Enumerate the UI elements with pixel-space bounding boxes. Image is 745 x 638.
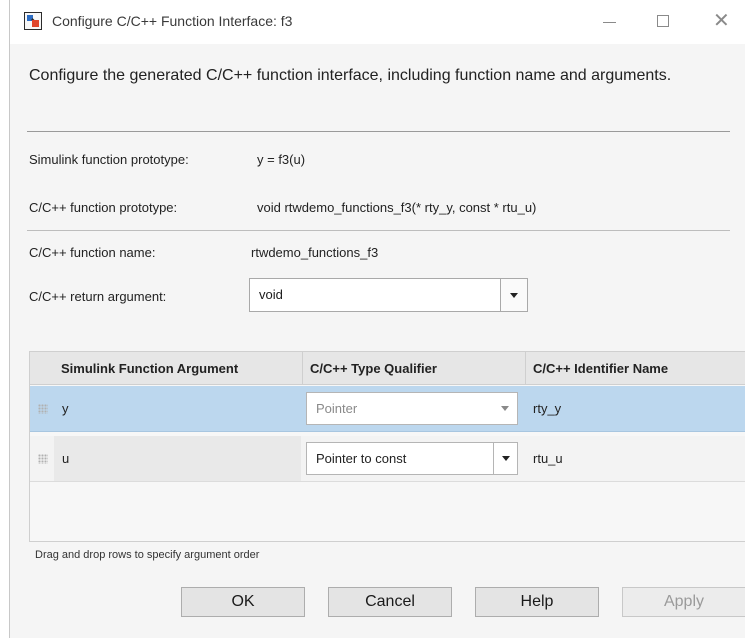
cpp-prototype-label: C/C++ function prototype: — [29, 200, 178, 215]
return-argument-value: void — [259, 287, 283, 302]
ok-button[interactable]: OK — [181, 587, 305, 617]
drag-handle-icon[interactable] — [38, 454, 48, 464]
type-qualifier-dropdown-button — [493, 393, 517, 424]
simulink-prototype-label: Simulink function prototype: — [29, 152, 189, 167]
table-header: Simulink Function Argument C/C++ Type Qu… — [30, 352, 745, 385]
apply-button[interactable]: Apply — [622, 587, 745, 617]
help-button[interactable]: Help — [475, 587, 599, 617]
divider — [27, 230, 730, 231]
column-header-qualifier[interactable]: C/C++ Type Qualifier — [310, 361, 437, 376]
column-header-argument[interactable]: Simulink Function Argument — [61, 361, 238, 376]
maximize-button[interactable] — [646, 8, 680, 36]
argument-cell: u — [62, 451, 70, 466]
divider — [27, 131, 730, 132]
type-qualifier-dropdown-button[interactable] — [493, 443, 517, 474]
type-qualifier-select[interactable]: Pointer to const — [306, 442, 518, 475]
chevron-down-icon — [510, 293, 518, 298]
column-header-identifier[interactable]: C/C++ Identifier Name — [533, 361, 668, 376]
maximize-icon — [657, 15, 669, 27]
chevron-down-icon — [501, 406, 509, 411]
type-qualifier-value: Pointer — [316, 401, 358, 416]
close-icon: ✕ — [713, 10, 730, 32]
dialog-window: Configure C/C++ Function Interface: f3 ✕… — [9, 0, 745, 638]
function-name-label: C/C++ function name: — [29, 245, 156, 260]
arguments-table: Simulink Function Argument C/C++ Type Qu… — [29, 351, 745, 542]
minimize-button[interactable] — [592, 8, 626, 36]
close-button[interactable]: ✕ — [707, 8, 741, 36]
type-qualifier-value: Pointer to const — [316, 451, 407, 466]
title-bar[interactable]: Configure C/C++ Function Interface: f3 ✕ — [10, 0, 745, 44]
identifier-cell[interactable]: rty_y — [533, 401, 561, 416]
argument-cell: y — [62, 401, 69, 416]
window-title: Configure C/C++ Function Interface: f3 — [52, 13, 293, 29]
minimize-icon — [603, 22, 616, 23]
table-row[interactable]: u Pointer to const rtu_u — [30, 436, 745, 482]
chevron-down-icon — [502, 456, 510, 461]
table-row[interactable]: y Pointer rty_y — [30, 386, 745, 432]
cpp-prototype-value: void rtwdemo_functions_f3(* rty_y, const… — [257, 200, 537, 215]
simulink-app-icon — [24, 12, 42, 30]
identifier-cell[interactable]: rtu_u — [533, 451, 563, 466]
simulink-prototype-value: y = f3(u) — [257, 152, 306, 167]
description-text: Configure the generated C/C++ function i… — [29, 67, 672, 84]
return-argument-dropdown-button[interactable] — [500, 279, 527, 311]
return-argument-select[interactable]: void — [249, 278, 528, 312]
drag-hint-text: Drag and drop rows to specify argument o… — [35, 549, 260, 561]
return-argument-label: C/C++ return argument: — [29, 289, 167, 304]
type-qualifier-select: Pointer — [306, 392, 518, 425]
drag-handle-icon[interactable] — [38, 404, 48, 414]
cancel-button[interactable]: Cancel — [328, 587, 452, 617]
function-name-value[interactable]: rtwdemo_functions_f3 — [251, 245, 378, 260]
